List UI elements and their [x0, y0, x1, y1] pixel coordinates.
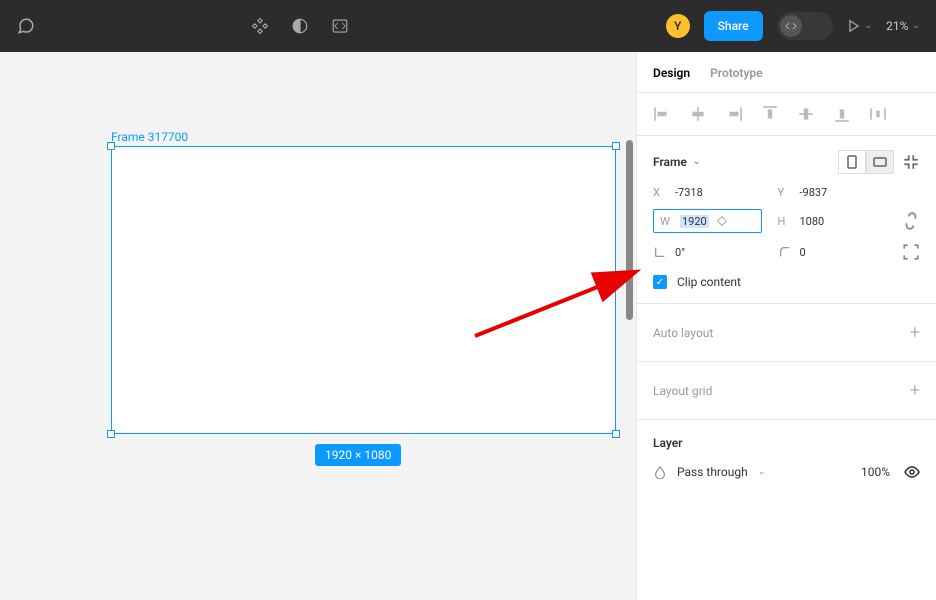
tab-design[interactable]: Design — [653, 66, 690, 80]
frame-label[interactable]: Frame 317700 — [111, 130, 188, 144]
components-icon[interactable] — [250, 16, 270, 36]
resize-handle-tr[interactable] — [612, 142, 620, 150]
chevron-down-icon: ⌄ — [865, 21, 873, 31]
canvas-scrollbar[interactable] — [626, 140, 633, 320]
radius-icon — [778, 245, 792, 259]
blend-icon — [653, 465, 667, 479]
orientation-landscape-button[interactable] — [866, 150, 894, 174]
corner-radius-field[interactable]: 0 — [778, 245, 887, 259]
share-button[interactable]: Share — [704, 11, 763, 41]
clip-content-checkbox[interactable]: ✓ — [653, 275, 667, 289]
resize-handle-br[interactable] — [612, 430, 620, 438]
alignment-controls — [637, 93, 936, 136]
check-icon: ✓ — [656, 277, 664, 288]
align-top-icon[interactable] — [761, 105, 779, 123]
user-avatar[interactable]: Y — [666, 14, 690, 38]
resize-handle-tl[interactable] — [107, 142, 115, 150]
frame-section: Frame ⌄ X-7318 Y-9837 W 1920 — [637, 136, 936, 304]
selected-frame[interactable] — [111, 146, 616, 434]
add-auto-layout-button[interactable]: + — [910, 322, 920, 343]
canvas[interactable]: Frame 317700 1920 × 1080 — [0, 52, 636, 600]
frame-section-title[interactable]: Frame ⌄ — [653, 155, 700, 169]
dev-mode-toggle[interactable] — [777, 12, 833, 40]
clip-content-label: Clip content — [677, 275, 741, 289]
mask-icon[interactable] — [290, 16, 310, 36]
dimensions-badge: 1920 × 1080 — [315, 444, 401, 466]
top-toolbar: Y Share ⌄ 21% ⌄ — [0, 0, 936, 52]
independent-corners-icon[interactable] — [902, 243, 920, 261]
resize-handle-bl[interactable] — [107, 430, 115, 438]
blend-mode-dropdown[interactable]: Pass through ⌄ — [653, 465, 765, 479]
rotation-field[interactable]: 0° — [653, 245, 762, 259]
width-field[interactable]: W 1920 — [653, 209, 762, 233]
visibility-icon[interactable] — [904, 464, 920, 480]
align-h-center-icon[interactable] — [689, 105, 707, 123]
present-button[interactable]: ⌄ — [847, 19, 873, 33]
dev-mode-icon[interactable] — [330, 16, 350, 36]
layer-section: Layer Pass through ⌄ 100% — [637, 420, 936, 496]
chevron-down-icon: ⌄ — [912, 21, 920, 31]
chevron-down-icon: ⌄ — [693, 157, 701, 167]
code-icon — [780, 15, 802, 37]
y-position-field[interactable]: Y-9837 — [778, 186, 887, 199]
comment-icon[interactable] — [16, 16, 36, 36]
opacity-field[interactable]: 100% — [861, 465, 890, 479]
height-field[interactable]: H1080 — [778, 215, 887, 228]
auto-layout-section: Auto layout + — [637, 304, 936, 362]
align-right-icon[interactable] — [725, 105, 743, 123]
angle-icon — [653, 245, 667, 259]
zoom-dropdown[interactable]: 21% ⌄ — [886, 19, 920, 33]
orientation-portrait-button[interactable] — [838, 150, 866, 174]
layout-grid-section: Layout grid + — [637, 362, 936, 420]
properties-panel: Design Prototype Frame ⌄ — [636, 52, 936, 600]
constrain-proportions-icon[interactable] — [902, 212, 920, 230]
scrub-icon — [715, 214, 729, 228]
add-layout-grid-button[interactable]: + — [910, 380, 920, 401]
align-left-icon[interactable] — [653, 105, 671, 123]
align-bottom-icon[interactable] — [833, 105, 851, 123]
align-v-center-icon[interactable] — [797, 105, 815, 123]
x-position-field[interactable]: X-7318 — [653, 186, 762, 199]
chevron-down-icon: ⌄ — [758, 467, 766, 477]
resize-to-fit-icon[interactable] — [902, 153, 920, 171]
distribute-spacing-icon[interactable] — [869, 105, 887, 123]
tab-prototype[interactable]: Prototype — [710, 66, 763, 80]
